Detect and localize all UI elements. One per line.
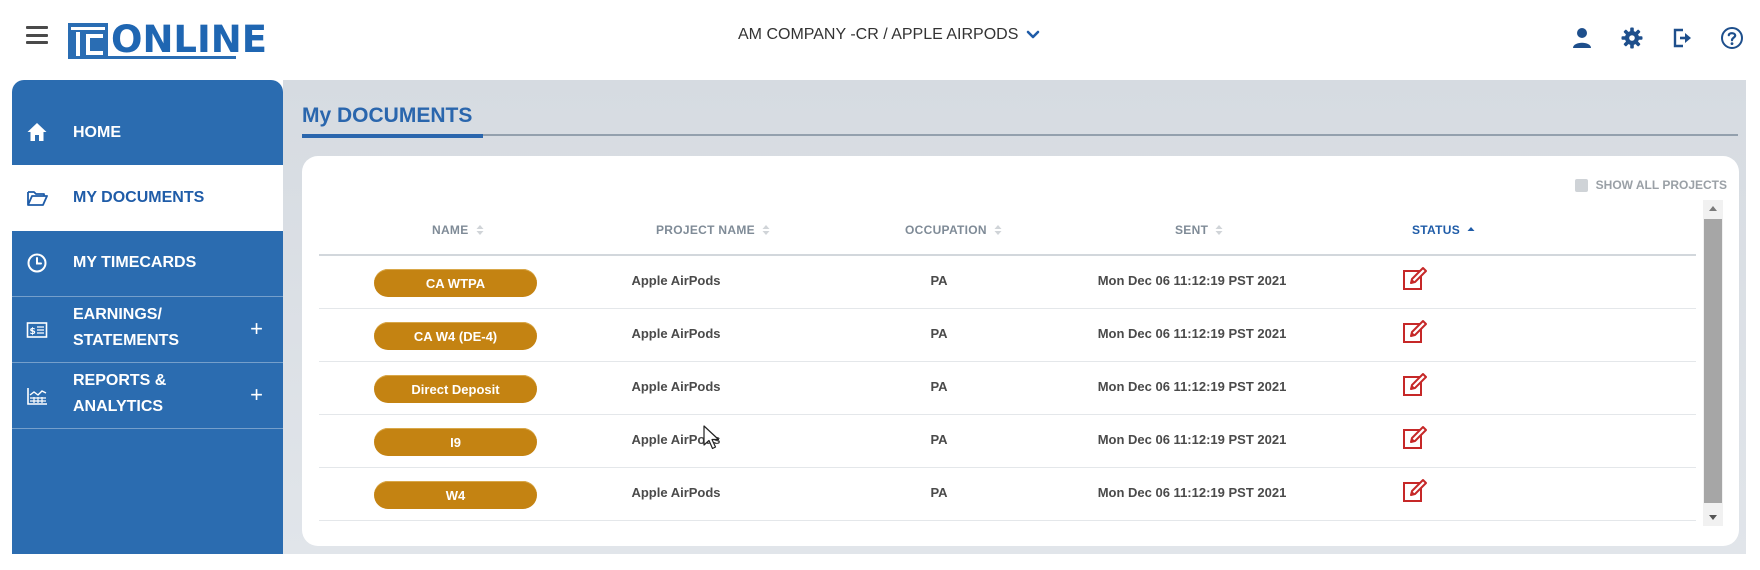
project-name-cell: Apple AirPods [631, 379, 721, 394]
document-name-button[interactable]: W4 [374, 481, 537, 509]
help-icon[interactable] [1720, 26, 1744, 50]
sidebar-item-home[interactable]: HOME [12, 80, 283, 166]
sort-icon [994, 225, 1002, 235]
title-divider [302, 134, 1738, 136]
sidebar-item-label-line2: ANALYTICS [73, 398, 164, 415]
sidebar: HOME MY DOCUMENTS MY TIMECARDS $ EARNING… [12, 80, 283, 554]
sent-date-cell: Mon Dec 06 11:12:19 PST 2021 [1097, 326, 1287, 341]
sent-date-cell: Mon Dec 06 11:12:19 PST 2021 [1097, 379, 1287, 394]
documents-card: SHOW ALL PROJECTS NAME PROJECT NAME OCCU… [302, 156, 1739, 546]
top-bar: ONLINE AM COMPANY -CR / APPLE AIRPODS [0, 0, 1760, 78]
scrollbar-thumb[interactable] [1704, 219, 1722, 503]
document-name-button[interactable]: CA WTPA [374, 269, 537, 297]
mouse-cursor-icon [703, 425, 720, 450]
occupation-cell: PA [930, 379, 948, 394]
sidebar-item-my-timecards[interactable]: MY TIMECARDS [12, 230, 283, 297]
sidebar-item-label: EARNINGS/ STATEMENTS [73, 302, 179, 354]
money-statement-icon: $ [26, 322, 48, 338]
occupation-cell: PA [930, 432, 948, 447]
column-header-status[interactable]: STATUS [1412, 223, 1475, 237]
sidebar-item-my-documents[interactable]: MY DOCUMENTS [12, 165, 283, 231]
edit-document-icon[interactable] [1402, 372, 1428, 398]
table-body: CA WTPA Apple AirPods PA Mon Dec 06 11:12:1… [319, 256, 1696, 521]
show-all-projects-toggle[interactable]: SHOW ALL PROJECTS [1574, 178, 1727, 192]
document-name-button[interactable]: Direct Deposit [374, 375, 537, 403]
user-icon[interactable] [1570, 26, 1594, 50]
column-header-occupation[interactable]: OCCUPATION [905, 223, 1002, 237]
column-header-label: SENT [1175, 223, 1209, 237]
document-name-button[interactable]: CA W4 (DE-4) [374, 322, 537, 350]
column-header-sent[interactable]: SENT [1175, 223, 1223, 237]
sort-icon [476, 225, 484, 235]
occupation-cell: PA [930, 485, 948, 500]
sidebar-item-label-line1: EARNINGS/ [73, 306, 162, 323]
sidebar-item-label: MY DOCUMENTS [73, 189, 205, 206]
top-icons [1570, 26, 1744, 50]
column-header-name[interactable]: NAME [432, 223, 484, 237]
table-row[interactable]: Direct Deposit Apple AirPods PA Mon Dec 06 … [319, 362, 1696, 415]
document-name-button[interactable]: I9 [374, 428, 537, 456]
logo-mark-icon [68, 23, 108, 59]
sort-ascending-icon [1467, 227, 1475, 231]
logout-icon[interactable] [1670, 26, 1694, 50]
hamburger-menu-icon[interactable] [26, 26, 48, 44]
scroll-down-icon[interactable] [1703, 508, 1723, 526]
logo-text: ONLINE [111, 18, 268, 61]
sort-icon [762, 225, 770, 235]
sidebar-item-reports-analytics[interactable]: REPORTS & ANALYTICS + [12, 362, 283, 429]
show-all-projects-label: SHOW ALL PROJECTS [1595, 178, 1727, 192]
scroll-up-icon[interactable] [1703, 200, 1723, 218]
column-header-project-name[interactable]: PROJECT NAME [656, 223, 770, 237]
show-all-projects-checkbox[interactable] [1574, 178, 1588, 192]
table-row[interactable]: W4 Apple AirPods PA Mon Dec 06 11:12:19 PST… [319, 468, 1696, 521]
logo[interactable]: ONLINE [68, 17, 267, 59]
documents-table: NAME PROJECT NAME OCCUPATION SENT STATUS… [319, 204, 1696, 521]
logo-underline [68, 56, 236, 59]
edit-document-icon[interactable] [1402, 478, 1428, 504]
company-project-label: AM COMPANY -CR / APPLE AIRPODS [738, 26, 1019, 43]
gear-icon[interactable] [1620, 26, 1644, 50]
expand-plus-icon[interactable]: + [250, 384, 263, 406]
page-title: My DOCUMENTS [302, 104, 473, 127]
sent-date-cell: Mon Dec 06 11:12:19 PST 2021 [1097, 485, 1287, 500]
main-content: My DOCUMENTS SHOW ALL PROJECTS NAME PROJ… [283, 80, 1746, 554]
chevron-down-icon [1027, 30, 1040, 39]
edit-document-icon[interactable] [1402, 319, 1428, 345]
column-header-label: STATUS [1412, 223, 1461, 237]
table-scrollbar[interactable] [1703, 200, 1723, 526]
sent-date-cell: Mon Dec 06 11:12:19 PST 2021 [1097, 432, 1287, 447]
occupation-cell: PA [930, 326, 948, 341]
sidebar-item-label: HOME [73, 124, 121, 141]
column-header-label: NAME [432, 223, 469, 237]
sidebar-item-label: MY TIMECARDS [73, 254, 197, 271]
sidebar-item-label-line1: REPORTS & [73, 372, 167, 389]
table-row[interactable]: CA W4 (DE-4) Apple AirPods PA Mon Dec 06 11… [319, 309, 1696, 362]
expand-plus-icon[interactable]: + [250, 318, 263, 340]
home-icon [27, 123, 47, 141]
sidebar-item-label-line2: STATEMENTS [73, 332, 180, 349]
column-header-label: OCCUPATION [905, 223, 987, 237]
table-header: NAME PROJECT NAME OCCUPATION SENT STATUS [319, 204, 1696, 256]
sidebar-item-label: REPORTS & ANALYTICS [73, 368, 166, 420]
chart-analytics-icon [27, 388, 47, 405]
title-underline [302, 134, 483, 138]
app-frame: ONLINE AM COMPANY -CR / APPLE AIRPODS HO… [0, 0, 1760, 570]
svg-text:$: $ [30, 327, 36, 337]
sidebar-item-earnings-statements[interactable]: $ EARNINGS/ STATEMENTS + [12, 296, 283, 363]
project-name-cell: Apple AirPods [631, 485, 721, 500]
column-header-label: PROJECT NAME [656, 223, 755, 237]
table-row[interactable]: CA WTPA Apple AirPods PA Mon Dec 06 11:12:1… [319, 256, 1696, 309]
folder-open-icon [27, 191, 48, 206]
company-project-selector[interactable]: AM COMPANY -CR / APPLE AIRPODS [738, 24, 1040, 46]
edit-document-icon[interactable] [1402, 266, 1428, 292]
sort-icon [1215, 225, 1223, 235]
edit-document-icon[interactable] [1402, 425, 1428, 451]
clock-icon [27, 253, 47, 273]
project-name-cell: Apple AirPods [631, 273, 721, 288]
occupation-cell: PA [930, 273, 948, 288]
sent-date-cell: Mon Dec 06 11:12:19 PST 2021 [1097, 273, 1287, 288]
table-row[interactable]: I9 Apple AirPods PA Mon Dec 06 11:12:19 PST… [319, 415, 1696, 468]
project-name-cell: Apple AirPods [631, 326, 721, 341]
